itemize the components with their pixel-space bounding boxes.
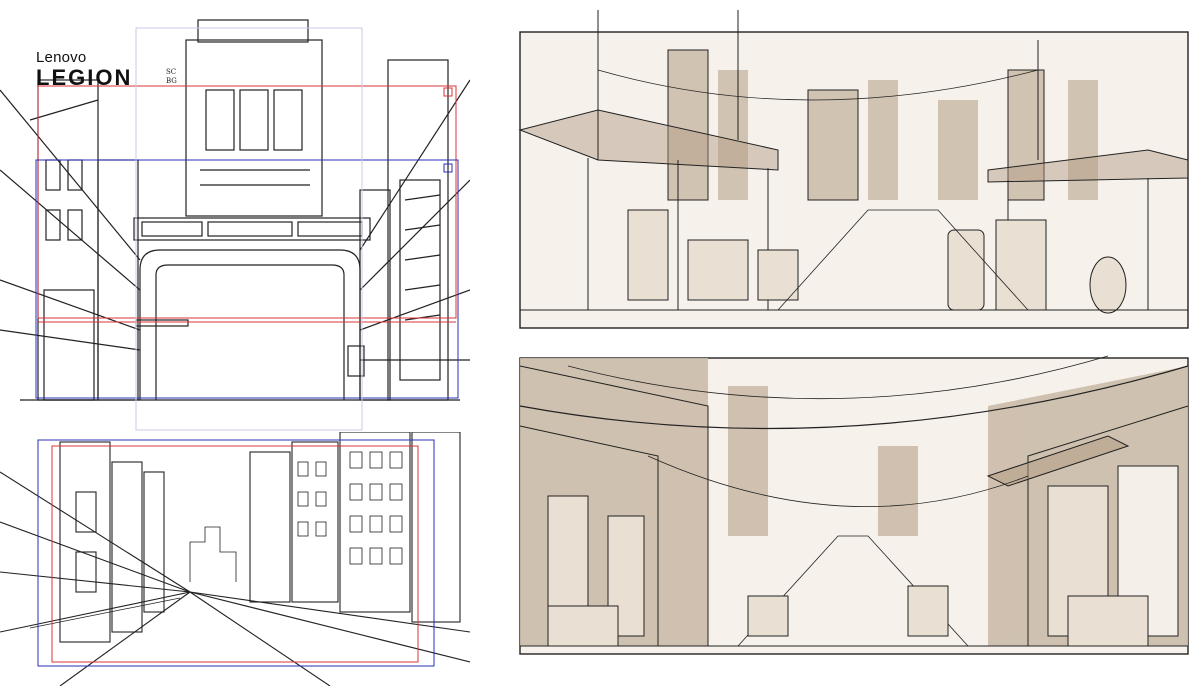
market-stalls-sepia-sketch bbox=[508, 10, 1200, 342]
long-street-perspective-sketch bbox=[0, 432, 470, 686]
alley-wires-sepia-sketch bbox=[508, 346, 1200, 686]
scene-code-top: SC bbox=[166, 68, 177, 76]
scene-code-bottom: BG bbox=[166, 77, 177, 85]
market-stalls-drawing bbox=[518, 10, 1189, 329]
street-bridge-lineart-sketch: Lenovo LEGION SC BG bbox=[0, 0, 470, 432]
lenovo-legion-logo: Lenovo LEGION bbox=[36, 50, 132, 89]
alley-wires-drawing bbox=[519, 355, 1189, 655]
logo-line: LEGION bbox=[36, 65, 133, 90]
long-street-drawing bbox=[0, 432, 470, 686]
scene-code: SC BG bbox=[166, 68, 177, 86]
logo-brand: Lenovo bbox=[36, 49, 87, 66]
